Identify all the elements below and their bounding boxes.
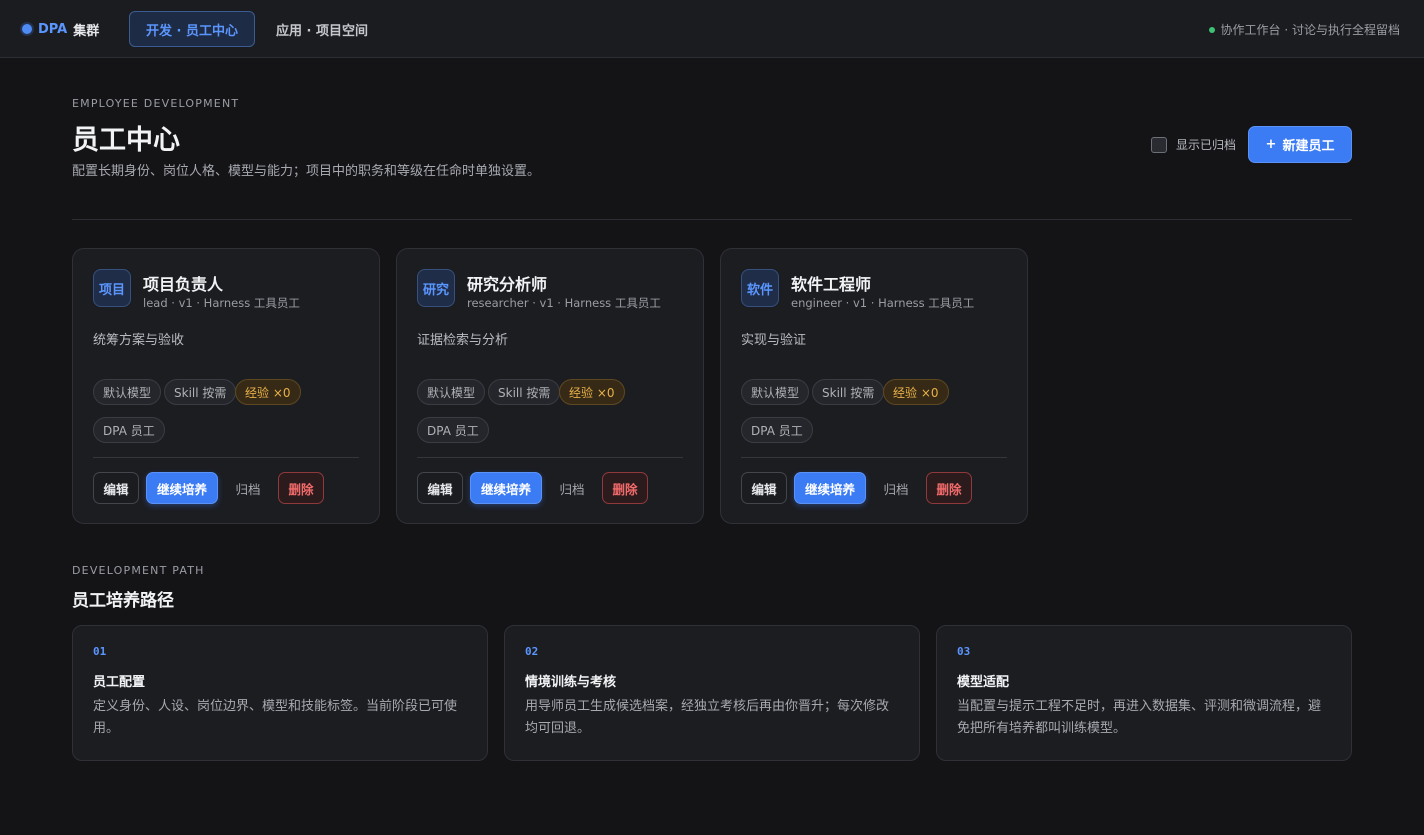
employee-name: 项目负责人 [143, 275, 224, 294]
step-number: 01 [93, 645, 107, 658]
model-tag: 默认模型 [417, 379, 486, 405]
employee-meta: engineer · v1 · Harness 工具员工 [791, 296, 975, 310]
experience-badge: 经验 ×0 [559, 379, 625, 405]
new-employee-button[interactable]: + 新建员工 [1248, 126, 1352, 163]
step-number: 03 [957, 645, 971, 658]
brand-name: DPA [38, 21, 68, 37]
card-divider [93, 457, 359, 458]
model-tag: 默认模型 [93, 379, 162, 405]
page-eyebrow: EMPLOYEE DEVELOPMENT [72, 97, 240, 110]
skill-tag: Skill 按需 [488, 379, 561, 405]
employee-type-tag: DPA 员工 [93, 417, 165, 443]
edit-button[interactable]: 编辑 [417, 472, 463, 504]
path-step-card: 01 员工配置 定义身份、人设、岗位边界、模型和技能标签。当前阶段已可使用。 [72, 625, 488, 761]
archive-button[interactable]: 归档 [873, 472, 919, 504]
step-title: 员工配置 [93, 675, 146, 690]
tab-project-space[interactable]: 应用 · 项目空间 [260, 11, 384, 47]
experience-badge: 经验 ×0 [235, 379, 301, 405]
show-archived-checkbox[interactable] [1151, 136, 1167, 153]
path-step-card: 02 情境训练与考核 用导师员工生成候选档案，经独立考核后再由你晋升；每次修改均… [504, 625, 920, 761]
continue-training-button[interactable]: 继续培养 [470, 472, 542, 504]
employee-description: 统筹方案与验收 [93, 333, 185, 348]
delete-button[interactable]: 删除 [926, 472, 972, 504]
skill-tag: Skill 按需 [812, 379, 885, 405]
skill-tag: Skill 按需 [164, 379, 237, 405]
step-description: 定义身份、人设、岗位边界、模型和技能标签。当前阶段已可使用。 [93, 699, 458, 736]
continue-training-button[interactable]: 继续培养 [146, 472, 218, 504]
avatar: 研究 [417, 269, 455, 307]
employee-type-tag: DPA 员工 [417, 417, 489, 443]
brand-logo-icon [22, 24, 32, 34]
continue-training-button[interactable]: 继续培养 [794, 472, 866, 504]
archive-button[interactable]: 归档 [549, 472, 595, 504]
employee-meta: researcher · v1 · Harness 工具员工 [467, 296, 661, 310]
header-divider [72, 219, 1352, 220]
avatar: 项目 [93, 269, 131, 307]
employee-description: 实现与验证 [741, 333, 807, 348]
top-bar: DPA 集群 开发 · 员工中心 应用 · 项目空间 协作工作台 · 讨论与执行… [0, 0, 1424, 58]
archive-button[interactable]: 归档 [225, 472, 271, 504]
edit-button[interactable]: 编辑 [741, 472, 787, 504]
plus-icon: + [1265, 137, 1277, 152]
path-eyebrow: DEVELOPMENT PATH [72, 564, 205, 577]
employee-type-tag: DPA 员工 [741, 417, 813, 443]
workspace-status: 协作工作台 · 讨论与执行全程留档 [1208, 21, 1400, 38]
brand[interactable]: DPA 集群 [22, 20, 100, 39]
show-archived-label: 显示已归档 [1176, 138, 1237, 152]
edit-button[interactable]: 编辑 [93, 472, 139, 504]
path-step-card: 03 模型适配 当配置与提示工程不足时，再进入数据集、评测和微调流程，避免把所有… [936, 625, 1352, 761]
status-dot-icon [1208, 26, 1215, 33]
step-title: 情境训练与考核 [525, 675, 617, 690]
employee-description: 证据检索与分析 [417, 333, 509, 348]
employee-meta: lead · v1 · Harness 工具员工 [143, 296, 300, 310]
delete-button[interactable]: 删除 [278, 472, 324, 504]
workspace-status-text: 协作工作台 · 讨论与执行全程留档 [1220, 23, 1400, 37]
employee-card: 软件 软件工程师 engineer · v1 · Harness 工具员工 实现… [720, 248, 1028, 524]
employee-name: 研究分析师 [467, 275, 548, 294]
card-divider [417, 457, 683, 458]
show-archived-toggle[interactable]: 显示已归档 [1151, 136, 1236, 153]
tab-employee-center[interactable]: 开发 · 员工中心 [129, 11, 255, 47]
brand-subtitle: 集群 [73, 23, 100, 39]
page-description: 配置长期身份、岗位人格、模型与能力；项目中的职务和等级在任命时单独设置。 [72, 164, 541, 179]
path-section-title: 员工培养路径 [72, 591, 174, 611]
new-employee-label: 新建员工 [1282, 139, 1335, 154]
employee-card: 研究 研究分析师 researcher · v1 · Harness 工具员工 … [396, 248, 704, 524]
delete-button[interactable]: 删除 [602, 472, 648, 504]
employee-card: 项目 项目负责人 lead · v1 · Harness 工具员工 统筹方案与验… [72, 248, 380, 524]
step-number: 02 [525, 645, 539, 658]
avatar: 软件 [741, 269, 779, 307]
step-description: 当配置与提示工程不足时，再进入数据集、评测和微调流程，避免把所有培养都叫训练模型… [957, 699, 1322, 736]
employee-name: 软件工程师 [791, 275, 872, 294]
step-description: 用导师员工生成候选档案，经独立考核后再由你晋升；每次修改均可回退。 [525, 699, 890, 736]
model-tag: 默认模型 [741, 379, 810, 405]
experience-badge: 经验 ×0 [883, 379, 949, 405]
card-divider [741, 457, 1007, 458]
page-title: 员工中心 [72, 125, 180, 156]
step-title: 模型适配 [957, 675, 1010, 690]
